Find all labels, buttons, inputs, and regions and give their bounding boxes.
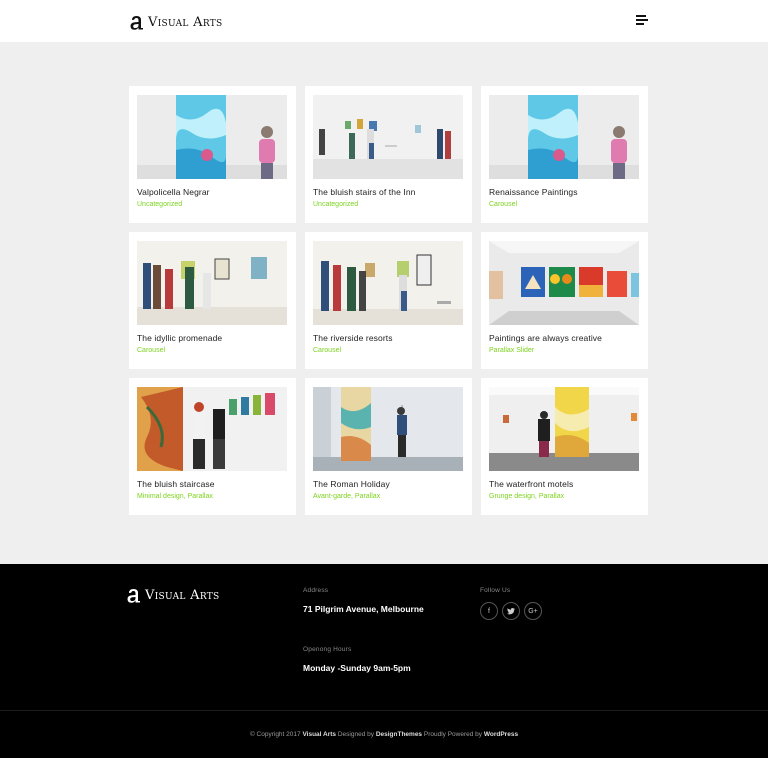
hours-value: Monday -Sunday 9am-5pm bbox=[303, 663, 411, 673]
card-categories: Minimal design, Parallax bbox=[137, 493, 213, 500]
facebook-icon[interactable]: f bbox=[480, 602, 498, 620]
card-title[interactable]: Paintings are always creative bbox=[489, 333, 640, 343]
card-title[interactable]: Valpolicella Negrar bbox=[137, 187, 288, 197]
portfolio-card[interactable]: The bluish staircase Minimal design, Par… bbox=[129, 378, 296, 515]
portfolio-card[interactable]: The bluish stairs of the Inn Uncategoriz… bbox=[305, 86, 472, 223]
footer-logo[interactable]: Visual Arts bbox=[126, 587, 220, 603]
portfolio-card[interactable]: Paintings are always creative Parallax S… bbox=[481, 232, 648, 369]
portfolio-card[interactable]: The idyllic promenade Carousel bbox=[129, 232, 296, 369]
social-links: f G+ bbox=[480, 602, 542, 620]
category-link[interactable]: Carousel bbox=[313, 347, 341, 354]
wordpress-link[interactable]: WordPress bbox=[484, 731, 518, 738]
footer-address: Address 71 Pilgrim Avenue, Melbourne bbox=[303, 587, 424, 614]
site-logo[interactable]: Visual Arts bbox=[129, 12, 223, 32]
google-plus-icon[interactable]: G+ bbox=[524, 602, 542, 620]
twitter-icon[interactable] bbox=[502, 602, 520, 620]
address-label: Address bbox=[303, 587, 329, 594]
category-link[interactable]: Parallax bbox=[355, 493, 380, 500]
card-title[interactable]: The bluish stairs of the Inn bbox=[313, 187, 464, 197]
card-categories: Carousel bbox=[313, 347, 464, 354]
card-title[interactable]: The riverside resorts bbox=[313, 333, 464, 343]
portfolio-thumbnail[interactable] bbox=[137, 387, 287, 471]
card-title[interactable]: The Roman Holiday bbox=[313, 479, 464, 489]
category-link[interactable]: Avant-garde bbox=[313, 493, 351, 500]
portfolio-thumbnail[interactable] bbox=[313, 387, 463, 471]
card-categories: Grunge design, Parallax bbox=[489, 493, 565, 500]
card-title[interactable]: Renaissance Paintings bbox=[489, 187, 640, 197]
copyright-text: © Copyright 2017 Visual Arts Designed by… bbox=[249, 731, 519, 738]
footer-hours: Openong Hours Monday -Sunday 9am-5pm bbox=[303, 646, 411, 673]
category-link[interactable]: Uncategorized bbox=[137, 201, 182, 208]
twitter-bird-icon bbox=[507, 607, 515, 614]
footer-logo-text: Visual Arts bbox=[145, 587, 220, 603]
address-value: 71 Pilgrim Avenue, Melbourne bbox=[303, 604, 424, 614]
category-link[interactable]: Parallax bbox=[188, 493, 213, 500]
card-categories: Uncategorized bbox=[313, 201, 464, 208]
portfolio-card[interactable]: Valpolicella Negrar Uncategorized bbox=[129, 86, 296, 223]
card-categories: Uncategorized bbox=[137, 201, 288, 208]
footer-divider bbox=[0, 710, 768, 711]
brand-link[interactable]: Visual Arts bbox=[302, 731, 336, 738]
portfolio-thumbnail[interactable] bbox=[489, 95, 639, 179]
category-link[interactable]: Carousel bbox=[489, 201, 517, 208]
hours-label: Openong Hours bbox=[303, 646, 352, 653]
card-categories: Parallax Slider bbox=[489, 347, 640, 354]
designer-link[interactable]: DesignThemes bbox=[376, 731, 422, 738]
card-title[interactable]: The waterfront motels bbox=[489, 479, 640, 489]
follow-label: Follow Us bbox=[480, 587, 511, 594]
category-link[interactable]: Uncategorized bbox=[313, 201, 358, 208]
card-categories: Carousel bbox=[489, 201, 640, 208]
category-link[interactable]: Grunge design bbox=[489, 493, 535, 500]
category-link[interactable]: Minimal design bbox=[137, 493, 184, 500]
site-footer: Visual Arts Address 71 Pilgrim Avenue, M… bbox=[0, 564, 768, 758]
portfolio-thumbnail[interactable] bbox=[313, 95, 463, 179]
portfolio-thumbnail[interactable] bbox=[137, 95, 287, 179]
logo-text: Visual Arts bbox=[148, 14, 223, 30]
card-categories: Avant-garde, Parallax bbox=[313, 493, 381, 500]
portfolio-thumbnail[interactable] bbox=[489, 387, 639, 471]
portfolio-thumbnail[interactable] bbox=[489, 241, 639, 325]
category-link[interactable]: Carousel bbox=[137, 347, 165, 354]
portfolio-thumbnail[interactable] bbox=[137, 241, 287, 325]
portfolio-card[interactable]: The Roman Holiday Avant-garde, Parallax bbox=[305, 378, 472, 515]
portfolio-card[interactable]: Renaissance Paintings Carousel bbox=[481, 86, 648, 223]
footer-follow: Follow Us f G+ bbox=[480, 587, 542, 620]
hamburger-icon bbox=[636, 15, 646, 17]
category-link[interactable]: Parallax Slider bbox=[489, 347, 534, 354]
portfolio-card[interactable]: The waterfront motels Grunge design, Par… bbox=[481, 378, 648, 515]
card-title[interactable]: The bluish staircase bbox=[137, 479, 288, 489]
portfolio-card[interactable]: The riverside resorts Carousel bbox=[305, 232, 472, 369]
logo-a-icon bbox=[127, 589, 140, 603]
card-categories: Carousel bbox=[137, 347, 288, 354]
category-link[interactable]: Parallax bbox=[539, 493, 564, 500]
logo-a-icon bbox=[130, 16, 143, 30]
portfolio-grid: Valpolicella Negrar Uncategorized The bl… bbox=[129, 86, 649, 515]
portfolio-thumbnail[interactable] bbox=[313, 241, 463, 325]
card-title[interactable]: The idyllic promenade bbox=[137, 333, 288, 343]
site-header: Visual Arts bbox=[0, 0, 768, 42]
hamburger-menu-button[interactable] bbox=[636, 15, 650, 27]
